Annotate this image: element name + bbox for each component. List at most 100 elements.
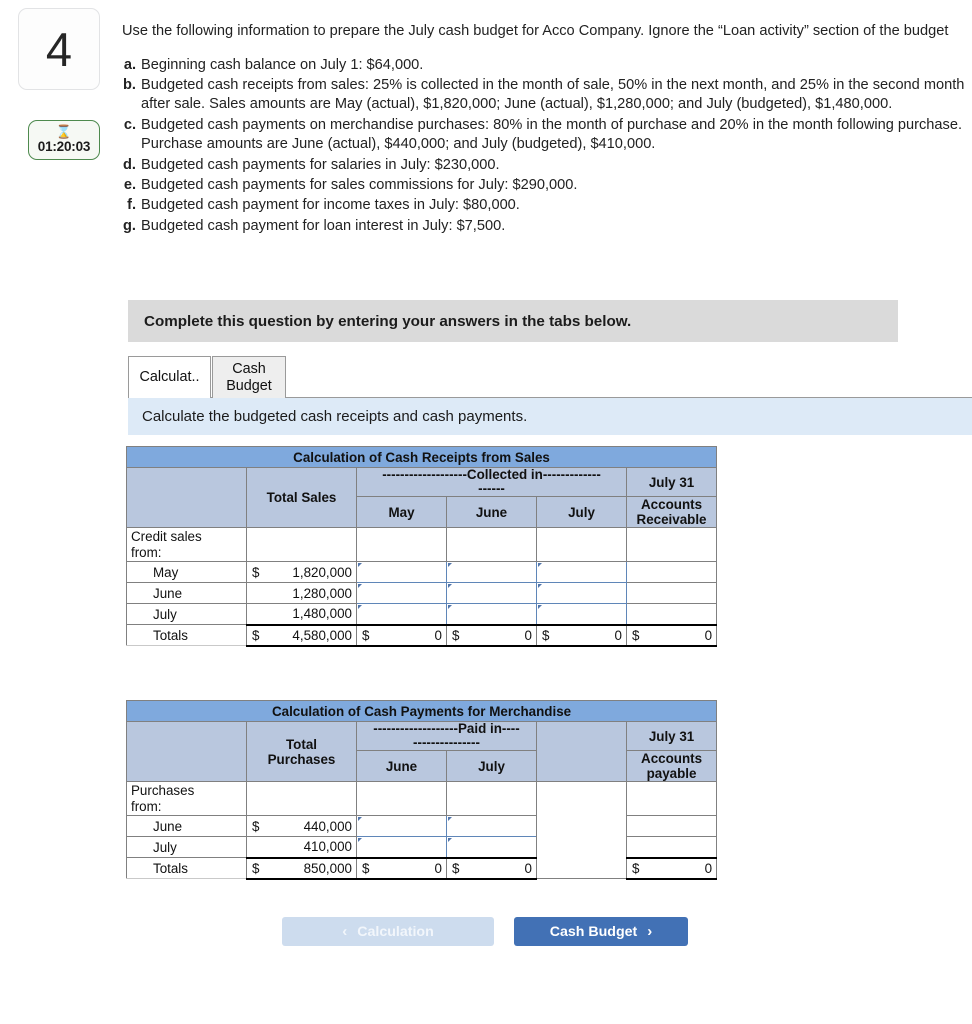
input-june-collected-july[interactable] [536,582,627,604]
cell-totals-total-purchases: $850,000 [246,856,357,880]
item-text-d: Budgeted cash payments for salaries in J… [141,156,500,173]
cell-totals-july: $0 [536,623,627,647]
question-body: Use the following information to prepare… [122,22,970,237]
question-item-g: g. Budgeted cash payment for loan intere… [122,217,970,236]
input-july-paid-july[interactable] [446,836,537,858]
section-label-purchases-from: Purchases from: [126,781,247,816]
cash-payments-title: Calculation of Cash Payments for Merchan… [125,700,718,722]
empty-cell [625,781,718,816]
col-header-accounts-payable: Accounts payable [625,750,718,782]
section-label-row: Credit sales from: [126,527,718,562]
cash-receipts-table: Calculation of Cash Receipts from Sales … [125,446,718,647]
input-july-collected-july[interactable] [536,603,627,625]
item-text-g: Budgeted cash payment for loan interest … [141,217,506,234]
row-label-totals: Totals [126,624,247,646]
tab-strip: Calculat.. Cash Budget [128,356,898,398]
cell-totals-paid-july: $0 [446,856,537,880]
item-label-d: d. [123,156,136,173]
row-label-july: July [126,603,247,625]
empty-cell [536,527,627,562]
col-header-july31: July 31 [625,467,718,497]
prev-calculation-button[interactable]: ‹ Calculation [282,917,494,946]
input-may-collected-may[interactable] [356,561,447,583]
item-text-b: Budgeted cash receipts from sales: 25% i… [141,76,965,113]
item-label-g: g. [123,217,136,234]
next-button-label: Cash Budget [549,923,638,940]
left-rail: 4 ⌛ 01:20:03 [0,0,118,160]
col-header-july: July [536,496,627,528]
row-label-june: June [126,582,247,604]
cell-ar-june [625,582,718,604]
cell-total-sales-july: 1,480,000 [246,603,357,625]
empty-cell [446,527,537,562]
totals-row: Totals $4,580,000 $0 $0 $0 $0 [126,623,718,647]
item-label-b: b. [123,76,136,93]
col-group-paid-in: -------------------Paid in---- ----------… [356,721,537,751]
spacer-header-cell [536,721,627,782]
item-label-c: c. [123,116,136,133]
cell-totals-may: $0 [356,623,447,647]
corner-blank-cell [126,467,247,528]
next-cash-budget-button[interactable]: Cash Budget › [514,917,688,946]
input-june-paid-july[interactable] [446,815,537,837]
col-header-total-sales: Total Sales [246,467,357,528]
cell-totals-june: $0 [446,623,537,647]
table-title-row: Calculation of Cash Receipts from Sales [125,446,718,468]
item-label-f: f. [127,197,136,214]
item-label-a: a. [123,56,136,73]
cell-ap-june [625,815,718,837]
col-header-accounts-receivable: Accounts Receivable [625,496,718,528]
input-june-collected-june[interactable] [446,582,537,604]
input-june-paid-june[interactable] [356,815,447,837]
item-text-c: Budgeted cash payments on merchandise pu… [141,116,962,153]
chevron-right-icon: › [647,923,653,940]
banner-text: Complete this question by entering your … [144,312,632,330]
question-number: 4 [18,8,100,90]
question-item-a: a. Beginning cash balance on July 1: $64… [122,56,970,75]
table-row: June 1,280,000 [126,582,718,604]
section-label-credit-sales-from: Credit sales from: [126,527,247,562]
cell-ap-july [625,836,718,858]
question-item-e: e. Budgeted cash payments for sales comm… [122,176,970,195]
table-row: July 410,000 [126,836,718,858]
cash-receipts-title: Calculation of Cash Receipts from Sales [125,446,718,468]
cell-totals-accounts-payable: $0 [625,856,718,880]
input-july-paid-june[interactable] [356,836,447,858]
table-row: May $1,820,000 [126,561,718,583]
hourglass-icon: ⌛ [55,124,73,139]
input-may-collected-july[interactable] [536,561,627,583]
empty-cell [246,527,357,562]
empty-cell [356,527,447,562]
totals-row: Totals $850,000 $0 $0 $0 [126,856,718,880]
complete-question-banner: Complete this question by entering your … [128,300,898,342]
cell-ar-may [625,561,718,583]
question-item-f: f. Budgeted cash payment for income taxe… [122,196,970,215]
input-july-collected-june[interactable] [446,603,537,625]
col-header-july: July [446,750,537,782]
corner-blank-cell [126,721,247,782]
cell-ar-july [625,603,718,625]
question-item-c: c. Budgeted cash payments on merchandise… [122,116,970,155]
tab-cash-budget[interactable]: Cash Budget [212,356,286,398]
col-header-total-purchases: Total Purchases [246,721,357,782]
input-june-collected-may[interactable] [356,582,447,604]
question-item-list: a. Beginning cash balance on July 1: $64… [122,56,970,237]
item-text-f: Budgeted cash payment for income taxes i… [141,197,520,214]
row-label-totals: Totals [126,857,247,879]
table-title-row: Calculation of Cash Payments for Merchan… [125,700,718,722]
col-header-june: June [356,750,447,782]
input-may-collected-june[interactable] [446,561,537,583]
input-july-collected-may[interactable] [356,603,447,625]
cell-total-sales-june: 1,280,000 [246,582,357,604]
cell-totals-accounts-receivable: $0 [625,623,718,647]
timer-value: 01:20:03 [37,139,91,154]
col-header-may: May [356,496,447,528]
row-label-july: July [126,836,247,858]
empty-cell [446,781,537,816]
tab-calculation[interactable]: Calculat.. [128,356,211,398]
table-header-row-1: Total Purchases -------------------Paid i… [126,721,718,782]
tab-cash-budget-label: Cash Budget [226,360,272,394]
cell-total-purchases-june: $440,000 [246,815,357,837]
chevron-left-icon: ‹ [342,923,348,940]
table-row: June $440,000 [126,815,718,837]
